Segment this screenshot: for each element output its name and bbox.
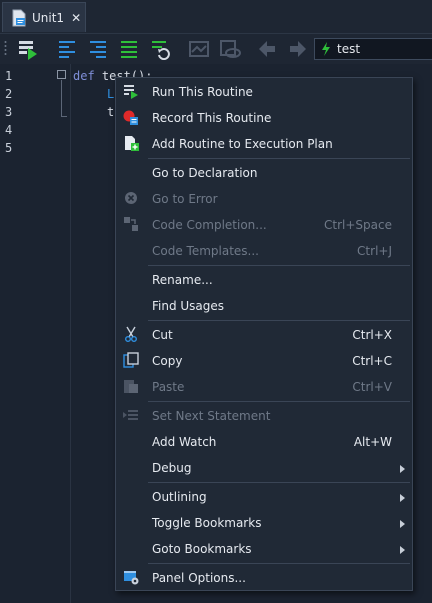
menu-item-label: Debug (152, 461, 192, 475)
paste-icon (124, 380, 138, 393)
preview-disabled-icon (220, 40, 241, 58)
menu-separator (148, 265, 410, 266)
tab-unit1[interactable]: Unit1 ✕ (2, 2, 86, 32)
scissors-icon (125, 326, 137, 342)
menu-item-toggle-bookmarks[interactable]: Toggle Bookmarks (116, 510, 412, 536)
menu-item-debug[interactable]: Debug (116, 455, 412, 481)
run-routine-icon (124, 85, 138, 99)
routine-selector[interactable]: test (314, 38, 432, 60)
menu-item-label: Record This Routine (152, 111, 272, 125)
menu-item-code-templates[interactable]: Code Templates... Ctrl+J (116, 238, 412, 264)
menu-item-goto-bookmarks[interactable]: Goto Bookmarks (116, 536, 412, 562)
menu-item-run-this-routine[interactable]: Run This Routine (116, 79, 412, 105)
tab-label: Unit1 (32, 10, 65, 25)
menu-item-panel-options[interactable]: Panel Options... (116, 565, 412, 591)
menu-item-outlining[interactable]: Outlining (116, 484, 412, 510)
forward-arrow-icon (290, 41, 306, 57)
routine-lightning-icon (322, 42, 330, 56)
align-right-icon[interactable] (87, 38, 109, 60)
submenu-arrow-icon (400, 520, 405, 528)
menu-item-shortcut: Ctrl+V (352, 380, 392, 394)
menu-item-label: Go to Declaration (152, 166, 258, 180)
run-icon[interactable] (17, 38, 39, 60)
submenu-arrow-icon (400, 494, 405, 502)
menu-item-go-to-error[interactable]: Go to Error (116, 186, 412, 212)
menu-item-label: Set Next Statement (152, 409, 271, 423)
menu-item-cut[interactable]: Cut Ctrl+X (116, 322, 412, 348)
line-number: 5 (5, 141, 13, 155)
code-text: t (107, 105, 115, 119)
line-number: 3 (5, 105, 13, 119)
menu-item-label: Cut (152, 328, 173, 342)
menu-item-label: Run This Routine (152, 85, 253, 99)
menu-item-shortcut: Ctrl+Space (324, 218, 392, 232)
file-script-icon (12, 9, 26, 26)
menu-item-rename[interactable]: Rename... (116, 267, 412, 293)
code-line[interactable]: L (107, 85, 114, 103)
menu-item-shortcut: Ctrl+C (352, 354, 392, 368)
menu-item-label: Code Completion... (152, 218, 267, 232)
tab-bar: Unit1 ✕ (0, 0, 432, 34)
menu-item-copy[interactable]: Copy Ctrl+C (116, 348, 412, 374)
view-disabled-icon (189, 41, 209, 57)
undo-format-icon[interactable] (149, 38, 171, 60)
menu-item-label: Outlining (152, 490, 207, 504)
routine-selector-value: test (337, 42, 361, 56)
align-justify-icon[interactable] (118, 38, 140, 60)
code-completion-icon (124, 217, 138, 231)
context-menu: Run This Routine Record This Routine Add… (115, 77, 413, 591)
menu-separator (148, 158, 410, 159)
line-number: 4 (5, 123, 13, 137)
menu-item-label: Code Templates... (152, 244, 259, 258)
menu-item-add-routine-to-execution-plan[interactable]: Add Routine to Execution Plan (116, 131, 412, 157)
menu-separator (148, 563, 410, 564)
align-left-icon[interactable] (56, 38, 78, 60)
back-arrow-icon (259, 41, 275, 57)
line-number: 1 (5, 69, 13, 83)
menu-item-record-this-routine[interactable]: Record This Routine (116, 105, 412, 131)
line-number: 2 (5, 87, 13, 101)
code-text: L (107, 87, 115, 101)
menu-item-label: Find Usages (152, 299, 225, 313)
menu-item-find-usages[interactable]: Find Usages (116, 293, 412, 319)
code-line[interactable]: t (107, 103, 114, 121)
menu-item-label: Paste (152, 380, 185, 394)
menu-separator (148, 401, 410, 402)
line-number-gutter: 1 2 3 4 5 (0, 64, 52, 603)
menu-item-label: Rename... (152, 273, 213, 287)
menu-separator (148, 482, 410, 483)
submenu-arrow-icon (400, 546, 405, 554)
fold-guide-end (61, 116, 67, 117)
fold-guide (61, 80, 62, 116)
menu-item-label: Toggle Bookmarks (152, 516, 262, 530)
menu-item-shortcut: Ctrl+X (352, 328, 392, 342)
menu-item-go-to-declaration[interactable]: Go to Declaration (116, 160, 412, 186)
gutter-divider (70, 64, 71, 603)
menu-item-label: Add Routine to Execution Plan (152, 137, 333, 151)
menu-item-shortcut: Alt+W (353, 435, 392, 449)
menu-item-label: Copy (152, 354, 183, 368)
error-icon (125, 192, 137, 204)
panel-options-icon (124, 571, 139, 585)
fold-toggle-icon[interactable] (57, 70, 66, 79)
menu-item-set-next-statement[interactable]: Set Next Statement (116, 403, 412, 429)
tab-close-icon[interactable]: ✕ (71, 11, 81, 25)
toolbar-grip-icon[interactable] (4, 40, 7, 58)
editor-toolbar: test (0, 34, 432, 64)
menu-item-code-completion[interactable]: Code Completion... Ctrl+Space (116, 212, 412, 238)
set-next-statement-icon (123, 410, 138, 420)
menu-item-shortcut: Ctrl+J (357, 244, 392, 258)
add-to-plan-icon (125, 136, 139, 151)
copy-icon (123, 352, 139, 368)
menu-separator (148, 320, 410, 321)
menu-item-add-watch[interactable]: Add Watch Alt+W (116, 429, 412, 455)
menu-item-label: Go to Error (152, 192, 218, 206)
menu-item-label: Panel Options... (152, 571, 246, 585)
record-routine-icon (123, 110, 138, 125)
keyword: def (73, 69, 95, 83)
submenu-arrow-icon (400, 465, 405, 473)
menu-item-label: Add Watch (152, 435, 217, 449)
menu-item-label: Goto Bookmarks (152, 542, 252, 556)
menu-item-paste[interactable]: Paste Ctrl+V (116, 374, 412, 400)
